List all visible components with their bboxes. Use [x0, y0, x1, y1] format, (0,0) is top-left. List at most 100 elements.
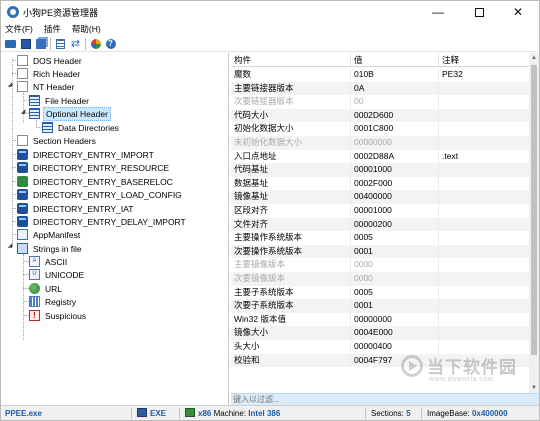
grid-row[interactable]: 镜像大小 0004E000	[231, 326, 529, 340]
tree-connector	[36, 120, 37, 126]
tree-node-optional-header[interactable]: Optional Header	[29, 106, 111, 121]
tree-node-nt-header[interactable]: NT Header	[17, 80, 76, 93]
tree-node-section-headers[interactable]: Section Headers	[17, 134, 98, 147]
manifest-icon	[17, 229, 28, 240]
grid-row[interactable]: 头大小 00000400	[231, 340, 529, 354]
maximize-button[interactable]	[462, 1, 496, 23]
row-value-cell: 0001	[351, 299, 439, 313]
grid-row[interactable]: 次要操作系统版本 0001	[231, 244, 529, 259]
toolbar-separator	[85, 37, 86, 50]
minimize-button[interactable]: —	[421, 1, 455, 23]
grid-row[interactable]: 次要链接器版本 00	[231, 95, 529, 109]
row-value-cell: 00400000	[351, 190, 439, 204]
collapse-strings-icon[interactable]: ◢	[6, 242, 14, 249]
column-header-value[interactable]: 值	[351, 53, 439, 67]
row-component-cell: 镜像大小	[231, 326, 351, 340]
grid-scrollbar[interactable]: ▲ ▼	[529, 53, 539, 393]
row-component-cell: 区段对齐	[231, 204, 351, 218]
tree-node-resource[interactable]: DIRECTORY_ENTRY_RESOURCE	[17, 161, 171, 174]
tree-node-file-header[interactable]: File Header	[29, 94, 91, 107]
menu-file[interactable]: 文件(F)	[5, 23, 33, 35]
collapse-nt-header-icon[interactable]: ◢	[6, 81, 14, 88]
grid-row[interactable]: 区段对齐 00001000	[231, 204, 529, 218]
grid-row[interactable]: 数据基址 0002F000	[231, 176, 529, 191]
row-note-cell	[439, 272, 529, 286]
row-component-cell: 数据基址	[231, 176, 351, 191]
tree-node-iat[interactable]: DIRECTORY_ENTRY_IAT	[17, 202, 135, 215]
grid-row[interactable]: 次要镜像版本 0000	[231, 272, 529, 286]
row-note-cell	[439, 190, 529, 204]
row-value-cell: 00	[351, 95, 439, 109]
column-header-component[interactable]: 构件	[231, 53, 351, 67]
menu-plugins[interactable]: 插件	[44, 23, 61, 35]
ascii-icon: A	[29, 256, 40, 267]
tree-node-url[interactable]: URL	[29, 282, 64, 295]
grid-row[interactable]: 初始化数据大小 0001C800	[231, 122, 529, 136]
grid-row[interactable]: 魔数 010B PE32	[231, 68, 529, 82]
structure-tree[interactable]: ◢ ◢ ◢ DOS Header Rich Header NT Header F…	[3, 53, 229, 405]
globe-icon	[90, 38, 101, 49]
row-value-cell: 0002D88A	[351, 149, 439, 164]
tree-node-load-config[interactable]: DIRECTORY_ENTRY_LOAD_CONFIG	[17, 188, 184, 201]
tree-node-label: Optional Header	[43, 106, 111, 121]
grid-row[interactable]: 代码大小 0002D600	[231, 108, 529, 123]
grid-row[interactable]: 未初始化数据大小 00000000	[231, 136, 529, 150]
tree-node-rich-header[interactable]: Rich Header	[17, 67, 82, 80]
row-component-cell: 代码基址	[231, 163, 351, 177]
row-component-cell: 代码大小	[231, 108, 351, 123]
row-note-cell	[439, 299, 529, 313]
grid-row[interactable]: 镜像基址 00400000	[231, 190, 529, 204]
grid-row[interactable]: 入口点地址 0002D88A .text	[231, 149, 529, 164]
row-component-cell: 校验和	[231, 353, 351, 368]
grid-row[interactable]: Win32 版本值 00000000	[231, 312, 529, 327]
tree-node-label: DIRECTORY_ENTRY_RESOURCE	[33, 162, 170, 173]
globe-button[interactable]	[89, 38, 102, 50]
filter-input[interactable]	[233, 394, 533, 405]
scroll-up-icon[interactable]: ▲	[529, 53, 539, 63]
row-value-cell: 00000000	[351, 312, 439, 327]
swap-button[interactable]: ⇄	[69, 38, 82, 50]
grid-button[interactable]	[54, 38, 67, 50]
scroll-down-icon[interactable]: ▼	[529, 383, 539, 393]
grid-row[interactable]: 文件对齐 00000200	[231, 217, 529, 232]
grid-row[interactable]: 主要链接器版本 0A	[231, 81, 529, 96]
grid-row[interactable]: 主要操作系统版本 0005	[231, 231, 529, 245]
tree-node-basereloc[interactable]: DIRECTORY_ENTRY_BASERELOC	[17, 175, 175, 188]
page-icon	[17, 135, 28, 146]
tree-node-import[interactable]: DIRECTORY_ENTRY_IMPORT	[17, 148, 156, 161]
directory-green-icon	[17, 176, 28, 187]
row-value-cell: 00000000	[351, 136, 439, 150]
main-window: 小狗PE资源管理器 — ✕ 文件(F) 插件 帮助(H) ⇄ ? ◢ ◢ ◢ D…	[0, 0, 540, 421]
tree-node-ascii[interactable]: A ASCII	[29, 255, 69, 268]
row-value-cell: 0005	[351, 231, 439, 245]
scroll-thumb[interactable]	[531, 65, 537, 355]
tree-node-delay-import[interactable]: DIRECTORY_ENTRY_DELAY_IMPORT	[17, 215, 188, 228]
tree-node-strings[interactable]: Strings in file	[17, 242, 84, 255]
property-grid[interactable]: 构件 值 注释 魔数 010B PE32 主要链接器版本 0A 次要链接器版本 00 代码大小…	[231, 53, 529, 393]
tree-node-suspicious[interactable]: ! Suspicious	[29, 309, 88, 322]
toolbar-separator	[50, 37, 51, 50]
tree-node-unicode[interactable]: U UNICODE	[29, 268, 86, 281]
save-button[interactable]	[19, 38, 32, 50]
grid-row[interactable]: 主要子系统版本 0005	[231, 285, 529, 300]
grid-row[interactable]: 主要镜像版本 0000	[231, 258, 529, 272]
row-value-cell: 0A	[351, 81, 439, 96]
tree-node-dos-header[interactable]: DOS Header	[17, 54, 84, 67]
row-component-cell: 次要子系统版本	[231, 299, 351, 313]
help-button[interactable]: ?	[104, 38, 117, 50]
unicode-icon: U	[29, 269, 40, 280]
tree-node-registry[interactable]: Registry	[29, 295, 78, 308]
save-all-button[interactable]	[34, 38, 47, 50]
open-button[interactable]	[4, 38, 17, 50]
grid-row[interactable]: 次要子系统版本 0001	[231, 299, 529, 313]
close-button[interactable]: ✕	[501, 1, 535, 23]
grid-row[interactable]: 代码基址 00001000	[231, 163, 529, 177]
tree-node-data-directories[interactable]: Data Directories	[42, 121, 121, 134]
row-component-cell: 次要镜像版本	[231, 272, 351, 286]
tree-node-app-manifest[interactable]: AppManifest	[17, 228, 82, 241]
menu-help[interactable]: 帮助(H)	[72, 23, 101, 35]
collapse-optional-header-icon[interactable]: ◢	[19, 108, 27, 115]
column-header-note[interactable]: 注释	[439, 53, 529, 67]
status-separator	[421, 408, 422, 419]
swap-icon: ⇄	[70, 37, 81, 50]
